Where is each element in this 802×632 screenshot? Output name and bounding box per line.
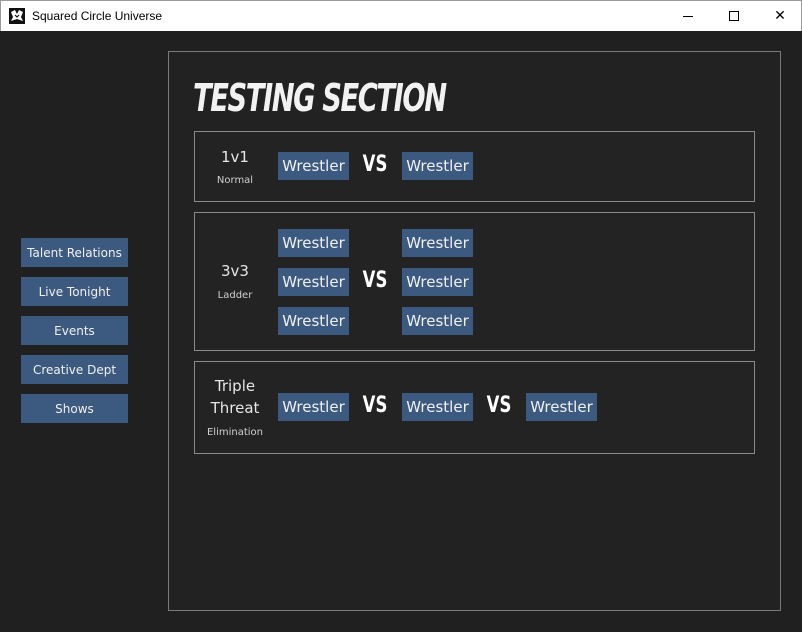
sidebar-item-talent-relations[interactable]: Talent Relations: [21, 238, 128, 267]
wrestler-slot-button[interactable]: Wrestler: [402, 229, 473, 257]
match-type-label-line2: Threat: [210, 399, 260, 417]
sidebar-item-shows[interactable]: Shows: [21, 394, 128, 423]
match-stipulation-label: Elimination: [206, 427, 263, 438]
close-button[interactable]: ✕: [757, 1, 802, 31]
minimize-button[interactable]: [665, 1, 711, 31]
match-type-label: 3v3: [221, 262, 249, 280]
wrestler-slot-button[interactable]: Wrestler: [278, 229, 349, 257]
wrestler-slot-button[interactable]: Wrestler: [402, 152, 473, 180]
sidebar-item-creative-dept[interactable]: Creative Dept: [21, 355, 128, 384]
maximize-button[interactable]: [711, 1, 757, 31]
page-title: TESTING SECTION: [193, 76, 447, 120]
vs-label: VS: [486, 393, 512, 418]
wrestler-slot-button[interactable]: Wrestler: [402, 268, 473, 296]
wrestler-slot-button[interactable]: Wrestler: [278, 307, 349, 335]
wrestler-slot-button[interactable]: Wrestler: [526, 393, 597, 421]
wrestler-slot-button[interactable]: Wrestler: [402, 393, 473, 421]
window-title: Squared Circle Universe: [32, 9, 163, 23]
match-stipulation-label: Normal: [216, 175, 254, 186]
title-bar: Squared Circle Universe ✕: [0, 0, 802, 31]
wrestler-slot-button[interactable]: Wrestler: [278, 152, 349, 180]
sidebar-item-events[interactable]: Events: [21, 316, 128, 345]
vs-label: VS: [362, 268, 388, 293]
wrestler-slot-button[interactable]: Wrestler: [402, 307, 473, 335]
match-type-label: 1v1: [221, 148, 249, 166]
match-card-triple-threat: Triple Threat Elimination Wrestler VS Wr…: [194, 361, 755, 454]
vs-label: VS: [362, 393, 388, 418]
wrestler-slot-button[interactable]: Wrestler: [278, 393, 349, 421]
match-card-3v3: 3v3 Ladder Wrestler Wrestler Wrestler VS…: [194, 212, 755, 351]
minimize-icon: [683, 15, 693, 17]
wrestler-slot-button[interactable]: Wrestler: [278, 268, 349, 296]
match-stipulation-label: Ladder: [217, 290, 253, 301]
match-type-label-line1: Triple: [214, 377, 256, 395]
close-icon: ✕: [774, 8, 786, 24]
app-logo-icon: [9, 8, 25, 24]
vs-label: VS: [362, 152, 388, 177]
sidebar-item-live-tonight[interactable]: Live Tonight: [21, 277, 128, 306]
maximize-icon: [729, 11, 739, 21]
match-card-1v1: 1v1 Normal Wrestler VS Wrestler: [194, 131, 755, 202]
